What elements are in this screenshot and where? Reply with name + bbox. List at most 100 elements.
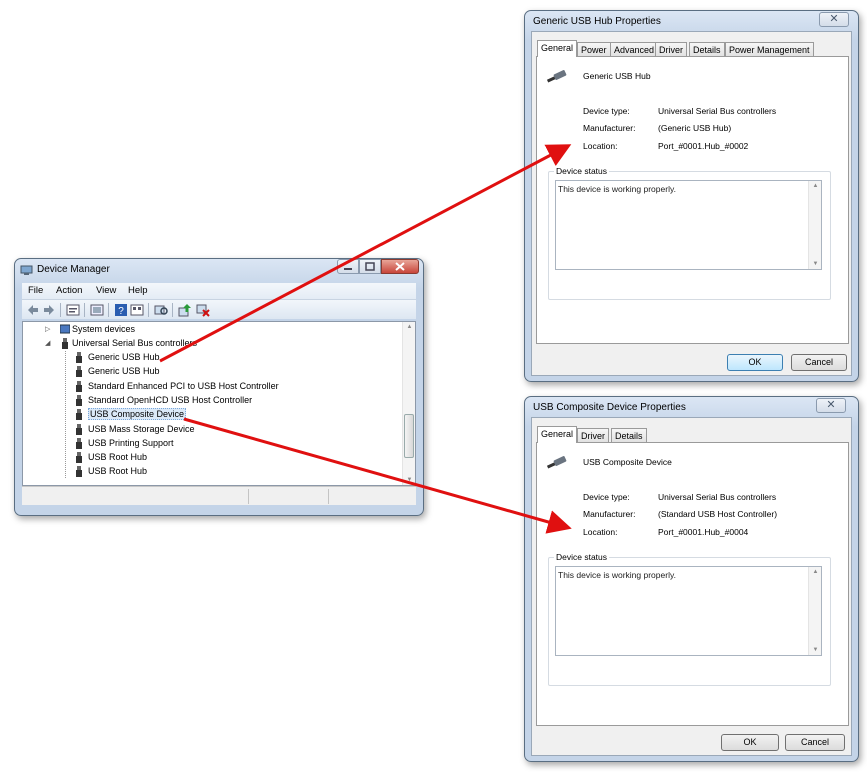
scroll-down-icon[interactable]: ▼	[809, 647, 822, 653]
toolbar-separator	[60, 303, 61, 317]
tab-advanced[interactable]: Advanced	[610, 42, 659, 57]
menu-action[interactable]: Action	[56, 285, 82, 296]
general-panel: Generic USB Hub Device type: Universal S…	[536, 56, 849, 344]
usb-connector-icon	[76, 466, 82, 477]
hub-properties-window: Generic USB Hub Properties ✕ General Pow…	[524, 10, 859, 382]
location-label: Location:	[583, 527, 618, 537]
window-title: Generic USB Hub Properties	[533, 16, 661, 27]
device-status-legend: Device status	[554, 552, 610, 562]
tab-power[interactable]: Power	[577, 42, 611, 57]
collapsed-expander-icon[interactable]: ▷	[45, 325, 50, 333]
dialog-body: General Driver Details USB Composite Dev…	[531, 417, 852, 756]
scroll-down-icon[interactable]: ▼	[403, 477, 416, 483]
view-icon[interactable]	[130, 303, 144, 317]
tab-general[interactable]: General	[537, 40, 578, 57]
tab-details[interactable]: Details	[689, 42, 725, 57]
status-scrollbar[interactable]: ▲ ▼	[808, 181, 821, 269]
device-manager-icon	[20, 265, 33, 275]
cancel-button[interactable]: Cancel	[785, 734, 845, 751]
menu-help[interactable]: Help	[128, 285, 148, 296]
close-icon[interactable]	[382, 260, 418, 273]
close-icon[interactable]: ✕	[826, 399, 835, 411]
menu-file[interactable]: File	[28, 285, 43, 296]
device-status-group: Device status This device is working pro…	[548, 166, 831, 300]
expanded-expander-icon[interactable]: ◢	[45, 339, 50, 347]
scroll-up-icon[interactable]: ▲	[403, 324, 416, 330]
close-button[interactable]: ✕	[819, 12, 849, 27]
usb-connector-icon	[76, 424, 82, 435]
menu-view[interactable]: View	[96, 285, 116, 296]
update-driver-icon[interactable]	[178, 303, 192, 317]
composite-properties-window: USB Composite Device Properties ✕ Genera…	[524, 396, 859, 762]
uninstall-icon[interactable]	[196, 303, 210, 317]
svg-text:?: ?	[118, 306, 124, 317]
maximize-button[interactable]	[359, 259, 381, 274]
manufacturer-value: (Generic USB Hub)	[658, 123, 732, 133]
device-type-value: Universal Serial Bus controllers	[658, 106, 777, 116]
device-name: Generic USB Hub	[583, 71, 651, 81]
properties-icon[interactable]	[66, 303, 80, 317]
status-divider	[248, 489, 249, 504]
usb-connector-icon	[76, 409, 82, 420]
close-button[interactable]: ✕	[816, 398, 846, 413]
usb-device-icon	[546, 70, 567, 83]
close-button[interactable]	[381, 259, 419, 274]
tab-general[interactable]: General	[537, 426, 578, 443]
ok-button[interactable]: OK	[727, 354, 783, 371]
usb-device-icon	[546, 456, 567, 469]
window-title: Device Manager	[37, 264, 110, 275]
device-status-group: Device status This device is working pro…	[548, 552, 831, 686]
back-icon[interactable]	[26, 303, 40, 317]
scroll-up-icon[interactable]: ▲	[809, 183, 822, 189]
location-label: Location:	[583, 141, 618, 151]
help-icon[interactable]: ?	[114, 303, 128, 317]
close-icon[interactable]: ✕	[829, 13, 838, 25]
status-scrollbar[interactable]: ▲ ▼	[808, 567, 821, 655]
forward-icon[interactable]	[42, 303, 56, 317]
tree-guide-line	[65, 351, 66, 478]
status-divider	[328, 489, 329, 504]
tree-scrollbar[interactable]: ▲ ▼	[402, 322, 415, 485]
device-status-box[interactable]: This device is working properly. ▲ ▼	[555, 180, 822, 270]
toolbar-separator	[84, 303, 85, 317]
tab-power-management[interactable]: Power Management	[725, 42, 814, 57]
usb-connector-icon	[76, 438, 82, 449]
device-status-box[interactable]: This device is working properly. ▲ ▼	[555, 566, 822, 656]
toolbar-separator	[148, 303, 149, 317]
manufacturer-label: Manufacturer:	[583, 123, 636, 133]
device-manager-window: Device Manager File Action View Help ? ▷…	[14, 258, 424, 516]
usb-connector-icon	[76, 452, 82, 463]
scrollbar-thumb[interactable]	[404, 414, 414, 458]
location-value: Port_#0001.Hub_#0004	[658, 527, 749, 537]
show-hide-icon[interactable]	[90, 303, 104, 317]
scroll-down-icon[interactable]: ▼	[809, 261, 822, 267]
ok-button[interactable]: OK	[721, 734, 779, 751]
window-controls	[337, 259, 419, 274]
device-type-value: Universal Serial Bus controllers	[658, 492, 777, 502]
device-tree[interactable]: ▷ System devices ◢ Universal Serial Bus …	[22, 321, 416, 486]
usb-connector-icon	[76, 366, 82, 377]
tab-driver[interactable]: Driver	[655, 42, 687, 57]
general-panel: USB Composite Device Device type: Univer…	[536, 442, 849, 726]
tab-details[interactable]: Details	[611, 428, 647, 443]
window-title: USB Composite Device Properties	[533, 402, 686, 413]
manufacturer-label: Manufacturer:	[583, 509, 636, 519]
scroll-up-icon[interactable]: ▲	[809, 569, 822, 575]
device-type-label: Device type:	[583, 106, 630, 116]
dialog-body: General Power Advanced Driver Details Po…	[531, 31, 852, 376]
device-status-text: This device is working properly.	[558, 570, 676, 580]
usb-connector-icon	[76, 381, 82, 392]
usb-connector-icon	[76, 395, 82, 406]
maximize-icon[interactable]	[360, 260, 380, 273]
minimize-icon[interactable]	[338, 260, 358, 273]
device-status-text: This device is working properly.	[558, 184, 676, 194]
status-bar	[22, 486, 416, 505]
scan-hardware-icon[interactable]	[154, 303, 168, 317]
tab-driver[interactable]: Driver	[577, 428, 609, 443]
device-type-label: Device type:	[583, 492, 630, 502]
minimize-button[interactable]	[337, 259, 359, 274]
toolbar-separator	[108, 303, 109, 317]
device-status-legend: Device status	[554, 166, 610, 176]
location-value: Port_#0001.Hub_#0002	[658, 141, 749, 151]
cancel-button[interactable]: Cancel	[791, 354, 847, 371]
